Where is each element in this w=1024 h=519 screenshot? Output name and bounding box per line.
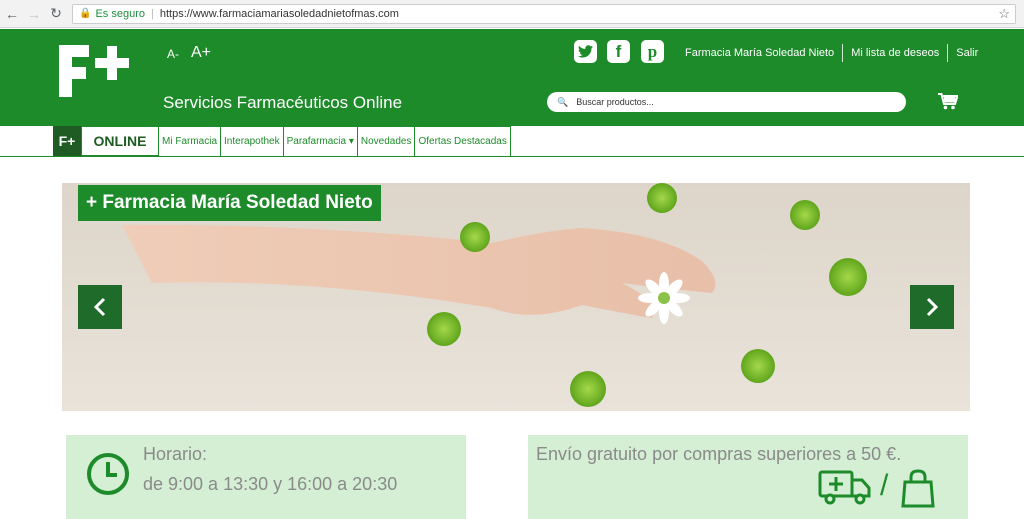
site-header: A- A+ Servicios Farmacéuticos Online f p… [0, 29, 1024, 126]
delivery-truck-icon [818, 470, 871, 505]
logout-link[interactable]: Salir [948, 47, 986, 59]
secure-label: Es seguro [95, 7, 145, 20]
opening-hours-title: Horario: [143, 444, 208, 464]
cart-icon[interactable] [938, 93, 958, 110]
nav-item-interapothek[interactable]: Interapothek [221, 126, 284, 156]
url-text[interactable]: https://www.farmaciamariasoledadnietofma… [160, 8, 399, 20]
browser-toolbar: ← → ↻ 🔒 Es seguro | https://www.farmacia… [0, 0, 1024, 28]
opening-hours-box: Horario: de 9:00 a 13:30 y 16:00 a 20:30 [66, 435, 466, 519]
reload-icon[interactable]: ↻ [46, 4, 66, 24]
pinterest-icon[interactable]: p [641, 40, 664, 63]
site-logo[interactable] [56, 43, 134, 99]
site-tagline: Servicios Farmacéuticos Online [163, 93, 403, 112]
account-links: Farmacia María Soledad Nieto Mi lista de… [685, 44, 986, 62]
hero-slider: + Farmacia María Soledad Nieto [62, 183, 970, 411]
back-icon[interactable]: ← [2, 4, 22, 24]
nav-logo[interactable]: F+ [53, 126, 81, 156]
search-box: 🔍 [547, 92, 906, 112]
bookmark-star-icon[interactable]: ☆ [998, 6, 1010, 22]
font-increase-button[interactable]: A+ [191, 44, 211, 62]
nav-item-novedades[interactable]: Novedades [357, 126, 416, 156]
nav-item-parafarmacia[interactable]: Parafarmacia ▾ [283, 126, 358, 156]
address-separator: | [150, 7, 154, 20]
lock-icon: 🔒 [79, 8, 92, 19]
nav-item-ofertas-destacadas[interactable]: Ofertas Destacadas [415, 126, 511, 156]
slider-caption[interactable]: + Farmacia María Soledad Nieto [78, 185, 381, 221]
wishlist-link[interactable]: Mi lista de deseos [843, 47, 947, 59]
search-input[interactable] [576, 97, 877, 107]
font-decrease-button[interactable]: A- [167, 47, 179, 61]
forward-icon[interactable]: → [24, 4, 44, 24]
address-bar[interactable]: 🔒 Es seguro | https://www.farmaciamarias… [72, 3, 1016, 24]
main-nav: F+ ONLINE Mi Farmacia Interapothek Paraf… [0, 126, 1024, 157]
shopping-bag-icon [901, 469, 935, 508]
free-shipping-text: Envío gratuito por compras superiores a … [536, 444, 902, 464]
chevron-left-icon [93, 297, 106, 317]
pharmacy-link[interactable]: Farmacia María Soledad Nieto [685, 47, 842, 59]
twitter-icon[interactable] [574, 40, 597, 63]
slider-prev-button[interactable] [78, 285, 122, 329]
clock-icon [87, 453, 129, 495]
opening-hours-value: de 9:00 a 13:30 y 16:00 a 20:30 [143, 474, 398, 494]
nav-item-mi-farmacia[interactable]: Mi Farmacia [159, 126, 222, 156]
free-shipping-box: Envío gratuito por compras superiores a … [528, 435, 968, 519]
search-icon[interactable]: 🔍 [557, 97, 568, 108]
nav-online-label[interactable]: ONLINE [81, 126, 159, 156]
slider-next-button[interactable] [910, 285, 954, 329]
icon-separator: / [880, 469, 889, 502]
facebook-icon[interactable]: f [607, 40, 630, 63]
chevron-right-icon [926, 297, 939, 317]
